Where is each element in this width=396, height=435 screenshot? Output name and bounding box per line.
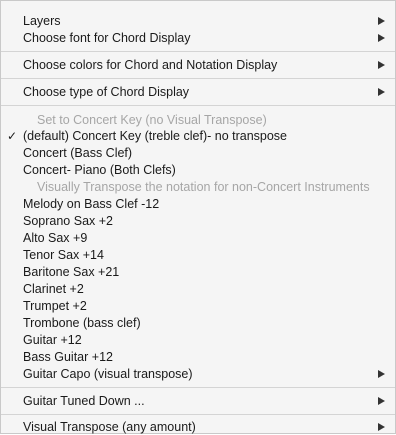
menu-item-label: Trombone (bass clef): [23, 316, 141, 330]
menu-header-visual-transpose: Visually Transpose the notation for non-…: [1, 179, 395, 195]
menu-item-concert-bass[interactable]: Concert (Bass Clef): [1, 145, 395, 161]
menu-item-label: Choose colors for Chord and Notation Dis…: [23, 58, 278, 72]
menu-item-label: Guitar +12: [23, 333, 82, 347]
submenu-arrow-icon: [378, 61, 385, 69]
menu-item-clarinet[interactable]: Clarinet +2: [1, 281, 395, 297]
menu-item-label: Layers: [23, 14, 61, 28]
menu-item-label: Soprano Sax +2: [23, 214, 113, 228]
menu-item-label: Visual Transpose (any amount): [23, 420, 196, 434]
submenu-arrow-icon: [378, 370, 385, 378]
menu-item-trombone[interactable]: Trombone (bass clef): [1, 315, 395, 331]
submenu-arrow-icon: [378, 423, 385, 431]
menu-item-soprano-sax[interactable]: Soprano Sax +2: [1, 213, 395, 229]
submenu-arrow-icon: [378, 88, 385, 96]
menu-item-chord-display-type[interactable]: Choose type of Chord Display: [1, 84, 395, 100]
submenu-arrow-icon: [378, 397, 385, 405]
menu-item-label: Trumpet +2: [23, 299, 87, 313]
menu-item-choose-colors[interactable]: Choose colors for Chord and Notation Dis…: [1, 57, 395, 73]
submenu-arrow-icon: [378, 17, 385, 25]
checkmark-icon: ✓: [7, 129, 18, 143]
menu-item-label: (default) Concert Key (treble clef)- no …: [23, 129, 288, 143]
menu-item-label: Choose font for Chord Display: [23, 31, 191, 45]
menu-separator: [1, 414, 395, 415]
menu-item-label: Concert (Bass Clef): [23, 146, 133, 160]
menu-header-concert-key: Set to Concert Key (no Visual Transpose): [1, 112, 395, 128]
menu-item-label: Clarinet +2: [23, 282, 84, 296]
menu-item-label: Melody on Bass Clef -12: [23, 197, 160, 211]
menu-item-layers[interactable]: Layers: [1, 13, 395, 29]
menu-separator: [1, 51, 395, 52]
menu-item-label: Tenor Sax +14: [23, 248, 104, 262]
menu-item-visual-transpose-any[interactable]: Visual Transpose (any amount): [1, 419, 395, 435]
menu-item-label: Bass Guitar +12: [23, 350, 113, 364]
menu-item-concert-piano[interactable]: Concert- Piano (Both Clefs): [1, 162, 395, 178]
menu-item-guitar-capo[interactable]: Guitar Capo (visual transpose): [1, 366, 395, 382]
menu-item-label: Guitar Tuned Down ...: [23, 394, 145, 408]
menu-item-label: Guitar Capo (visual transpose): [23, 367, 193, 381]
menu-separator: [1, 78, 395, 79]
menu-item-guitar[interactable]: Guitar +12: [1, 332, 395, 348]
menu-item-label: Visually Transpose the notation for non-…: [37, 180, 370, 194]
menu-item-label: Concert- Piano (Both Clefs): [23, 163, 176, 177]
menu-item-concert-treble[interactable]: ✓ (default) Concert Key (treble clef)- n…: [1, 128, 395, 144]
menu-item-label: Alto Sax +9: [23, 231, 88, 245]
menu-item-label: Set to Concert Key (no Visual Transpose): [37, 113, 267, 127]
menu-item-label: Choose type of Chord Display: [23, 85, 190, 99]
context-menu: Layers Choose font for Chord Display Cho…: [0, 0, 396, 434]
menu-separator: [1, 387, 395, 388]
menu-item-trumpet[interactable]: Trumpet +2: [1, 298, 395, 314]
menu-item-guitar-tuned-down[interactable]: Guitar Tuned Down ...: [1, 393, 395, 409]
menu-item-choose-font[interactable]: Choose font for Chord Display: [1, 30, 395, 46]
menu-item-tenor-sax[interactable]: Tenor Sax +14: [1, 247, 395, 263]
menu-item-label: Baritone Sax +21: [23, 265, 120, 279]
menu-item-bass-guitar[interactable]: Bass Guitar +12: [1, 349, 395, 365]
menu-item-baritone-sax[interactable]: Baritone Sax +21: [1, 264, 395, 280]
submenu-arrow-icon: [378, 34, 385, 42]
menu-item-alto-sax[interactable]: Alto Sax +9: [1, 230, 395, 246]
menu-item-melody-bass-clef[interactable]: Melody on Bass Clef -12: [1, 196, 395, 212]
menu-separator: [1, 105, 395, 106]
